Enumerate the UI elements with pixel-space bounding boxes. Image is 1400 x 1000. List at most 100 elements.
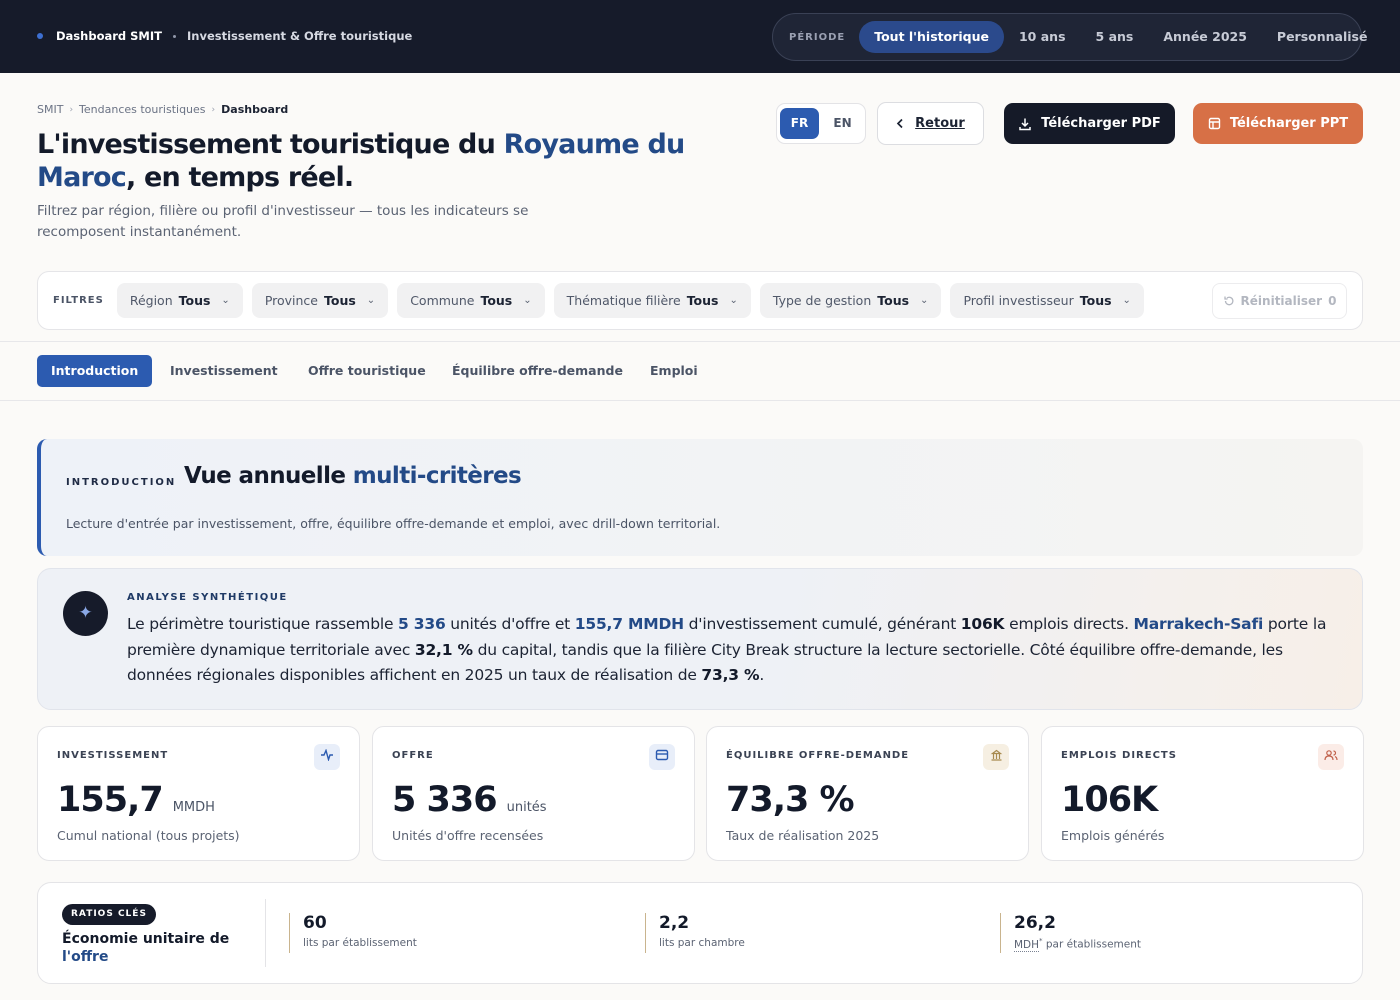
reset-icon xyxy=(1223,296,1234,306)
synthesis-jobs: 106K xyxy=(960,615,1005,633)
kpi-investissement: INVESTISSEMENT 155,7 MMDH Cumul national … xyxy=(37,726,360,861)
brand-dot xyxy=(37,33,43,39)
intro-card: INTRODUCTION Vue annuelle multi-critères… xyxy=(37,439,1363,556)
breadcrumb-trends[interactable]: Tendances touristiques xyxy=(79,103,205,116)
download-pdf-button[interactable]: Télécharger PDF xyxy=(1004,103,1175,144)
lang-en-button[interactable]: EN xyxy=(823,108,862,139)
filter-value: Tous xyxy=(1079,293,1112,308)
presentation-icon xyxy=(1208,117,1221,130)
kpi-value-row: 5 336 unités xyxy=(392,780,547,820)
brand-section: Investissement & Offre touristique xyxy=(187,29,413,43)
section-tabs: Introduction Investissement Offre touris… xyxy=(0,341,1400,401)
synthesis-offer-units: 5 336 xyxy=(398,615,446,633)
filter-type-gestion[interactable]: Type de gestion Tous ⌄ xyxy=(759,283,942,318)
kpi-value-row: 155,7 MMDH xyxy=(57,780,215,820)
tab-offre-touristique[interactable]: Offre touristique xyxy=(294,355,440,387)
page-subtitle: Filtrez par région, filière ou profil d'… xyxy=(37,203,529,240)
lang-fr-button[interactable]: FR xyxy=(780,108,819,139)
sparkle-icon: ✦ xyxy=(63,591,108,636)
filter-name: Type de gestion xyxy=(772,293,872,308)
chevron-down-icon: ⌄ xyxy=(366,295,376,306)
download-ppt-label: Télécharger PPT xyxy=(1229,116,1349,131)
ratio-beds-per-room: 2,2 lits par chambre xyxy=(645,913,745,953)
chevron-down-icon: ⌄ xyxy=(523,295,532,306)
filter-value: Tous xyxy=(686,293,719,308)
filter-province[interactable]: Province Tous ⌄ xyxy=(251,283,389,318)
intro-kicker: INTRODUCTION xyxy=(66,477,177,488)
ratio-label-text: par établissement xyxy=(1042,938,1142,951)
activity-icon xyxy=(314,744,340,770)
breadcrumb-current: Dashboard xyxy=(221,103,289,116)
back-button[interactable]: Retour xyxy=(877,102,984,145)
kpi-value: 5 336 xyxy=(392,780,498,820)
intro-heading-highlight: multi-critères xyxy=(352,463,522,489)
tab-emploi[interactable]: Emploi xyxy=(636,355,712,387)
intro-heading-a: Vue annuelle xyxy=(184,463,353,489)
period-10-years[interactable]: 10 ans xyxy=(1004,21,1081,53)
ratio-value: 2,2 xyxy=(659,913,690,933)
synthesis-realisation-rate: 73,3 % xyxy=(701,666,760,684)
download-ppt-button[interactable]: Télécharger PPT xyxy=(1193,103,1363,144)
page-title: L'investissement touristique du Royaume … xyxy=(37,128,717,194)
chevron-down-icon: ⌄ xyxy=(920,295,929,306)
ratios-badge: RATIOS CLÉS xyxy=(62,904,156,925)
mdh-abbreviation[interactable]: MDH xyxy=(1014,938,1040,952)
reset-label: Réinitialiser xyxy=(1240,294,1323,308)
kpi-label: OFFRE xyxy=(392,750,434,761)
ratio-label: lits par établissement xyxy=(303,937,417,949)
filter-region[interactable]: Région Tous ⌄ xyxy=(116,283,243,318)
tab-introduction[interactable]: Introduction xyxy=(37,355,153,387)
kpi-value-row: 106K xyxy=(1061,780,1158,820)
card-icon xyxy=(649,744,675,770)
filter-name: Commune xyxy=(410,293,475,308)
filter-value: Tous xyxy=(178,293,211,308)
ratio-value: 26,2 xyxy=(1014,913,1056,933)
synthesis-text: Le périmètre touristique rassemble 5 336… xyxy=(127,615,1327,684)
period-selector: PÉRIODE Tout l'historique 10 ans 5 ans A… xyxy=(772,13,1367,61)
divider xyxy=(265,899,266,967)
kpi-label: INVESTISSEMENT xyxy=(57,750,169,761)
chevron-down-icon: ⌄ xyxy=(1122,295,1131,306)
kpi-description: Unités d'offre recensées xyxy=(392,828,544,843)
reset-filters-button[interactable]: Réinitialiser 0 xyxy=(1212,283,1347,319)
kpi-description: Taux de réalisation 2025 xyxy=(726,828,880,843)
kpi-value: 73,3 % xyxy=(726,780,855,820)
brand-separator xyxy=(173,34,176,38)
key-ratios-card: RATIOS CLÉS Économie unitaire de l'offre… xyxy=(37,882,1363,984)
reset-count: 0 xyxy=(1328,294,1337,308)
filter-profil-investisseur[interactable]: Profil investisseur Tous ⌄ xyxy=(950,283,1144,318)
period-all-history[interactable]: Tout l'historique xyxy=(859,21,1004,53)
title-part-a: L'investissement touristique du xyxy=(37,129,504,160)
kpi-label: ÉQUILIBRE OFFRE-DEMANDE xyxy=(726,750,910,761)
filter-name: Province xyxy=(264,293,318,308)
kpi-label: EMPLOIS DIRECTS xyxy=(1061,750,1177,761)
chevron-right-icon: › xyxy=(69,104,74,115)
breadcrumb-smit[interactable]: SMIT xyxy=(37,103,63,116)
kpi-offre: OFFRE 5 336 unités Unités d'offre recensé… xyxy=(372,726,695,861)
kpi-value-row: 73,3 % xyxy=(726,780,855,820)
period-custom[interactable]: Personnalisé xyxy=(1262,21,1383,53)
download-icon xyxy=(1019,118,1031,130)
filter-thematique[interactable]: Thématique filière Tous ⌄ xyxy=(553,283,751,318)
chevron-down-icon: ⌄ xyxy=(729,295,738,306)
language-toggle: FR EN xyxy=(776,103,866,144)
period-label: PÉRIODE xyxy=(789,31,846,43)
tab-investissement[interactable]: Investissement xyxy=(156,355,292,387)
period-year-2025[interactable]: Année 2025 xyxy=(1148,21,1262,53)
filter-name: Profil investisseur xyxy=(963,293,1074,308)
filter-name: Région xyxy=(129,293,173,308)
top-bar: Dashboard SMIT Investissement & Offre to… xyxy=(0,0,1400,73)
building-icon xyxy=(983,744,1009,770)
synthesis-card: ✦ ANALYSE SYNTHÉTIQUE Le périmètre touri… xyxy=(37,568,1363,710)
brand: Dashboard SMIT Investissement & Offre to… xyxy=(37,29,412,43)
ratio-beds-per-establishment: 60 lits par établissement xyxy=(289,913,417,953)
intro-description: Lecture d'entrée par investissement, off… xyxy=(66,516,721,531)
filter-commune[interactable]: Commune Tous ⌄ xyxy=(397,283,545,318)
synthesis-investment: 155,7 MMDH xyxy=(574,615,684,633)
brand-name[interactable]: Dashboard SMIT xyxy=(56,29,162,43)
tab-equilibre[interactable]: Équilibre offre-demande xyxy=(438,355,637,387)
chevron-down-icon: ⌄ xyxy=(221,295,230,306)
intro-heading: Vue annuelle multi-critères xyxy=(184,463,522,489)
period-5-years[interactable]: 5 ans xyxy=(1081,21,1149,53)
kpi-equilibre: ÉQUILIBRE OFFRE-DEMANDE 73,3 % Taux de r… xyxy=(706,726,1029,861)
